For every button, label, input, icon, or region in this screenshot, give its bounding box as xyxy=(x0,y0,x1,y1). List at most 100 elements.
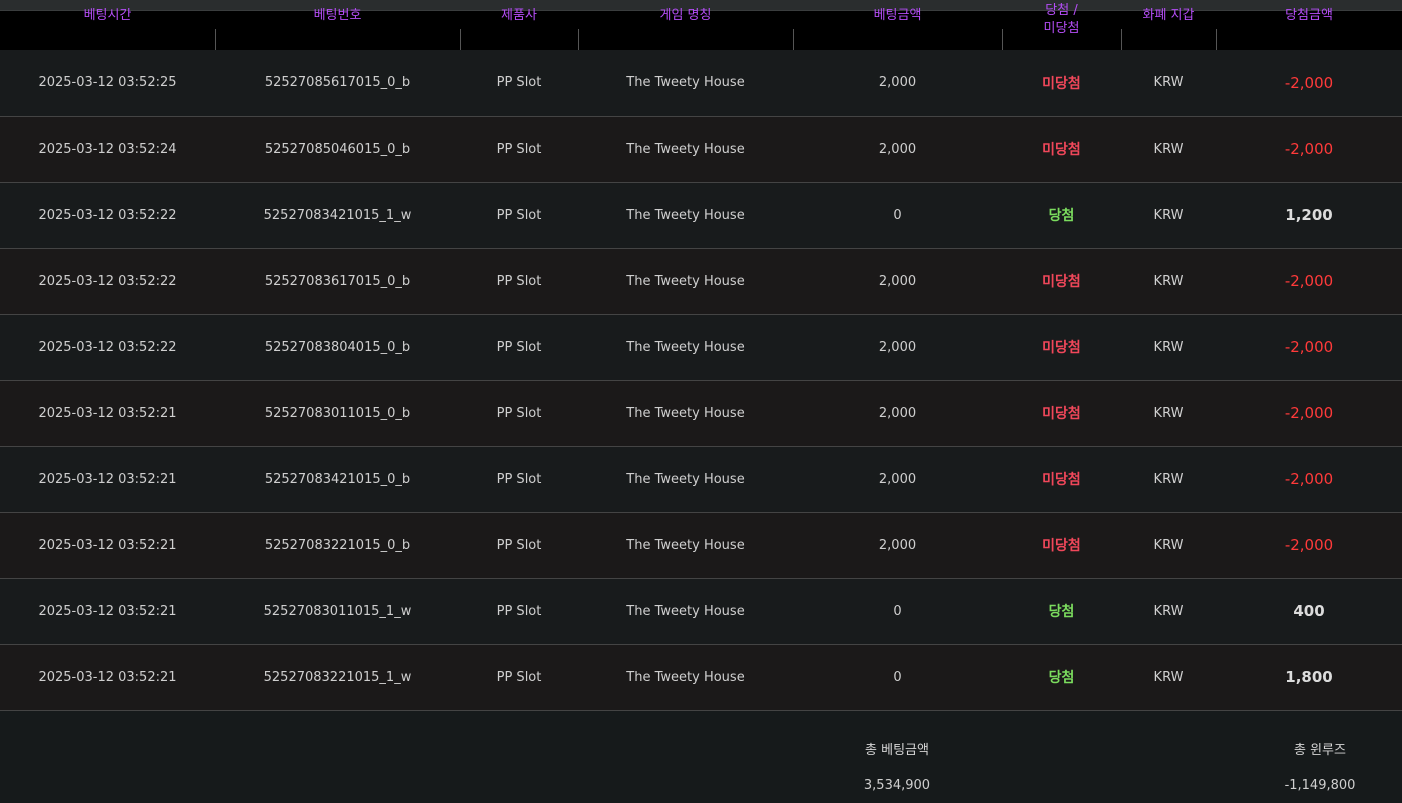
game-name-cell: The Tweety House xyxy=(626,75,745,91)
header-result-line1: 당첨 / xyxy=(1045,3,1078,18)
bet-time-cell: 2025-03-12 03:52:21 xyxy=(38,537,177,553)
provider-cell: PP Slot xyxy=(496,141,542,157)
bet-time-cell: 2025-03-12 03:52:22 xyxy=(38,273,177,289)
win-amount-cell: -2,000 xyxy=(1284,272,1334,290)
win-amount-cell: 400 xyxy=(1293,602,1325,620)
game-name-cell: The Tweety House xyxy=(626,669,745,685)
provider-cell: PP Slot xyxy=(496,405,542,421)
bet-number-cell: 52527085617015_0_b xyxy=(264,75,411,91)
bet-time-cell: 2025-03-12 03:52:21 xyxy=(38,405,177,421)
bet-number-cell: 52527083221015_1_w xyxy=(263,669,412,685)
bet-number-cell: 52527083011015_1_w xyxy=(263,603,412,619)
bet-number-cell: 52527083421015_1_w xyxy=(263,207,412,223)
game-name-cell: The Tweety House xyxy=(626,141,745,157)
game-name-cell: The Tweety House xyxy=(626,273,745,289)
bet-number-cell: 52527083011015_0_b xyxy=(264,405,411,421)
currency-cell: KRW xyxy=(1153,141,1184,157)
provider-cell: PP Slot xyxy=(496,75,542,91)
result-cell: 미당첨 xyxy=(1042,406,1081,422)
win-amount-cell: -2,000 xyxy=(1284,470,1334,488)
bet-time-cell: 2025-03-12 03:52:25 xyxy=(38,75,177,91)
currency-cell: KRW xyxy=(1153,603,1184,619)
table-row[interactable]: 2025-03-12 03:52:25 52527085617015_0_b PP … xyxy=(0,50,1402,116)
bet-amount-cell: 0 xyxy=(893,603,902,619)
provider-cell: PP Slot xyxy=(496,471,542,487)
currency-cell: KRW xyxy=(1153,537,1184,553)
currency-cell: KRW xyxy=(1153,207,1184,223)
game-name-cell: The Tweety House xyxy=(626,471,745,487)
table-row[interactable]: 2025-03-12 03:52:22 52527083617015_0_b PP … xyxy=(0,248,1402,314)
win-amount-cell: -2,000 xyxy=(1284,73,1334,92)
bet-amount-cell: 0 xyxy=(893,669,902,685)
bet-number-cell: 52527083421015_0_b xyxy=(264,471,411,487)
total-bet-label: 총 베팅금액 xyxy=(865,743,929,758)
currency-cell: KRW xyxy=(1153,669,1184,685)
totals-footer: 총 베팅금액 3,534,900 총 윈루즈 -1,149,800 xyxy=(0,720,1402,803)
win-amount-cell: -2,000 xyxy=(1284,536,1334,554)
bet-amount-cell: 0 xyxy=(893,207,902,223)
provider-cell: PP Slot xyxy=(496,603,542,619)
table-row[interactable]: 2025-03-12 03:52:21 52527083421015_0_b PP … xyxy=(0,446,1402,512)
bet-amount-cell: 2,000 xyxy=(878,471,917,487)
currency-cell: KRW xyxy=(1153,405,1184,421)
bet-time-cell: 2025-03-12 03:52:21 xyxy=(38,471,177,487)
betting-history-table: 베팅시간 베팅번호 제품사 게임 명칭 베팅금액 당첨 / 미당첨 화폐 지갑 … xyxy=(0,3,1402,711)
currency-cell: KRW xyxy=(1153,339,1184,355)
bet-number-cell: 52527085046015_0_b xyxy=(264,141,411,157)
win-amount-cell: 1,800 xyxy=(1285,668,1333,686)
table-row[interactable]: 2025-03-12 03:52:21 52527083011015_1_w PP … xyxy=(0,578,1402,644)
result-cell: 미당첨 xyxy=(1042,75,1081,92)
currency-cell: KRW xyxy=(1153,273,1184,289)
table-row[interactable]: 2025-03-12 03:52:21 52527083221015_0_b PP … xyxy=(0,512,1402,578)
bet-time-cell: 2025-03-12 03:52:21 xyxy=(38,603,177,619)
bet-time-cell: 2025-03-12 03:52:22 xyxy=(38,339,177,355)
header-bet-amount[interactable]: 베팅금액 xyxy=(793,8,1002,50)
result-cell: 미당첨 xyxy=(1042,274,1081,290)
header-provider[interactable]: 제품사 xyxy=(460,8,578,50)
header-currency[interactable]: 화폐 지갑 xyxy=(1121,8,1216,50)
currency-cell: KRW xyxy=(1153,75,1184,91)
win-amount-cell: -2,000 xyxy=(1284,338,1334,356)
provider-cell: PP Slot xyxy=(496,207,542,223)
win-amount-cell: -2,000 xyxy=(1284,404,1334,422)
game-name-cell: The Tweety House xyxy=(626,603,745,619)
bet-number-cell: 52527083221015_0_b xyxy=(264,537,411,553)
bet-amount-cell: 2,000 xyxy=(878,405,917,421)
result-cell: 미당첨 xyxy=(1042,538,1081,554)
table-row[interactable]: 2025-03-12 03:52:21 52527083221015_1_w PP … xyxy=(0,644,1402,710)
result-cell: 당첨 xyxy=(1048,208,1075,224)
provider-cell: PP Slot xyxy=(496,273,542,289)
table-row[interactable]: 2025-03-12 03:52:21 52527083011015_0_b PP … xyxy=(0,380,1402,446)
table-header-row: 베팅시간 베팅번호 제품사 게임 명칭 베팅금액 당첨 / 미당첨 화폐 지갑 … xyxy=(0,3,1402,50)
header-bet-time[interactable]: 베팅시간 xyxy=(0,8,215,50)
result-cell: 미당첨 xyxy=(1042,142,1081,158)
total-winloss-value: -1,149,800 xyxy=(1284,778,1356,793)
bet-time-cell: 2025-03-12 03:52:24 xyxy=(38,141,177,157)
result-cell: 당첨 xyxy=(1048,604,1075,620)
table-row[interactable]: 2025-03-12 03:52:22 52527083804015_0_b PP … xyxy=(0,314,1402,380)
bet-time-cell: 2025-03-12 03:52:22 xyxy=(38,207,177,223)
header-win-amount[interactable]: 당첨금액 xyxy=(1216,8,1402,50)
win-amount-cell: -2,000 xyxy=(1284,140,1334,158)
bet-amount-cell: 2,000 xyxy=(878,141,917,157)
total-winloss-label: 총 윈루즈 xyxy=(1294,743,1346,758)
bet-time-cell: 2025-03-12 03:52:21 xyxy=(38,669,177,685)
bet-amount-cell: 2,000 xyxy=(878,75,917,91)
win-amount-cell: 1,200 xyxy=(1285,206,1333,224)
result-cell: 당첨 xyxy=(1048,670,1075,686)
currency-cell: KRW xyxy=(1153,471,1184,487)
result-cell: 미당첨 xyxy=(1042,340,1081,356)
table-row[interactable]: 2025-03-12 03:52:24 52527085046015_0_b PP … xyxy=(0,116,1402,182)
header-result-line2: 미당첨 xyxy=(1043,21,1080,36)
table-row[interactable]: 2025-03-12 03:52:22 52527083421015_1_w PP … xyxy=(0,182,1402,248)
header-game-name[interactable]: 게임 명칭 xyxy=(578,8,793,50)
bet-number-cell: 52527083804015_0_b xyxy=(264,339,411,355)
game-name-cell: The Tweety House xyxy=(626,207,745,223)
bet-amount-cell: 2,000 xyxy=(878,537,917,553)
result-cell: 미당첨 xyxy=(1042,472,1081,488)
provider-cell: PP Slot xyxy=(496,537,542,553)
bet-number-cell: 52527083617015_0_b xyxy=(264,273,411,289)
game-name-cell: The Tweety House xyxy=(626,405,745,421)
header-result[interactable]: 당첨 / 미당첨 xyxy=(1002,3,1121,50)
header-bet-number[interactable]: 베팅번호 xyxy=(215,8,460,50)
